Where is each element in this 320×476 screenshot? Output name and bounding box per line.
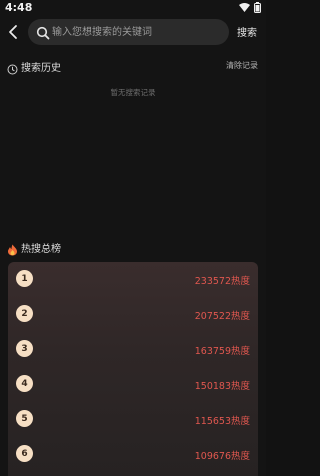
rank-badge: 6 [16,445,33,462]
hot-title: 热搜总榜 [21,244,61,255]
search-box[interactable] [28,19,229,45]
history-empty-text: 暂无搜索记录 [110,88,156,97]
clear-history-button[interactable]: 清除记录 [226,60,258,71]
heat-value: 150183热度 [194,381,250,392]
hot-list-item[interactable]: 2 207522热度 [8,297,258,331]
heat-value: 207522热度 [194,311,250,322]
clock-icon [7,60,18,75]
rank-badge: 3 [16,340,33,357]
status-bar: 4:48 [0,0,266,16]
rank-badge: 5 [16,410,33,427]
status-time: 4:48 [5,1,33,14]
heat-value: 115653热度 [194,416,250,427]
hot-header: 热搜总榜 [0,239,266,256]
hot-list-item[interactable]: 4 150183热度 [8,367,258,401]
battery-icon [254,2,261,13]
back-button[interactable] [7,23,21,41]
back-arrow-icon [7,25,21,45]
search-button[interactable]: 搜索 [237,24,257,39]
heat-value: 233572热度 [194,276,250,287]
fire-icon [7,241,18,256]
hot-list-item[interactable]: 6 109676热度 [8,437,258,471]
rank-badge: 1 [16,270,33,287]
history-header: 搜索历史 清除记录 [0,58,266,75]
history-title: 搜索历史 [21,63,61,74]
hot-list-item[interactable]: 3 163759热度 [8,332,258,366]
wifi-icon [239,3,250,12]
search-page: 4:48 搜索 搜索历史 清除记录 [0,0,266,476]
rank-badge: 4 [16,375,33,392]
hot-list-item[interactable]: 1 233572热度 [8,262,258,296]
hot-list: 1 233572热度 2 207522热度 3 163759热度 4 15018… [8,262,258,476]
heat-value: 163759热度 [194,346,250,357]
heat-value: 109676热度 [194,451,250,462]
rank-badge: 2 [16,305,33,322]
status-icons [239,2,261,13]
search-input[interactable] [52,22,222,42]
search-header: 搜索 [0,19,266,45]
hot-list-item[interactable]: 5 115653热度 [8,402,258,436]
search-icon [36,25,50,40]
